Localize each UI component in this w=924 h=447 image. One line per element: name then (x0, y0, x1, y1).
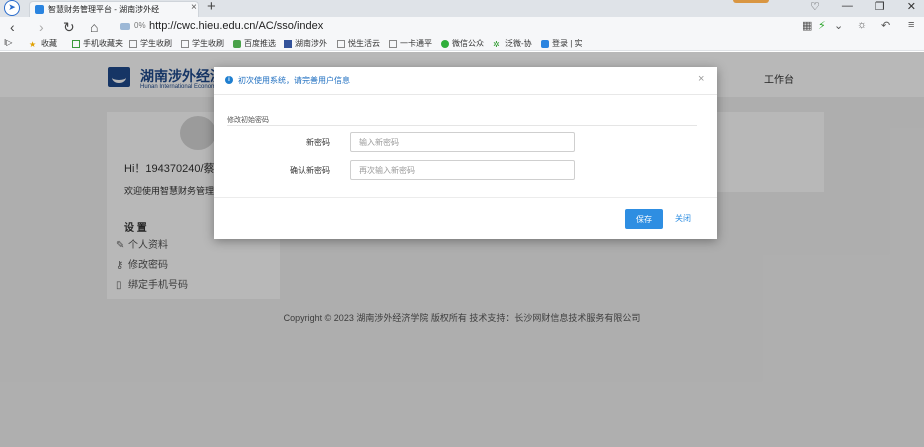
menu-icon[interactable]: ≡ (908, 19, 914, 31)
new-tab-button[interactable]: + (207, 0, 216, 15)
bookmark-label: 收藏 (41, 39, 57, 48)
dropdown-icon[interactable]: ⌄ (834, 19, 843, 32)
minimize-icon[interactable]: — (842, 0, 853, 16)
bookmark-item[interactable]: ✲ 泛微-协 (493, 38, 532, 49)
window-controls: ♡ — ❐ ✕ (810, 0, 916, 16)
gear-icon: ✲ (493, 39, 500, 49)
tab-close-icon[interactable]: × (191, 2, 197, 13)
page-body: 湖南涉外经济 Hunan International Economics 工作台… (0, 52, 924, 447)
settings-sun-icon[interactable]: ☼ (857, 19, 867, 31)
browser-logo-icon[interactable]: ➤ (4, 0, 20, 16)
bookmark-label: 手机收藏夹 (83, 39, 123, 48)
url-badge: 0% (134, 21, 146, 30)
bookmark-label: 微信公众 (452, 39, 484, 48)
browser-tab[interactable]: 智慧财务管理平台 - 湖南涉外经 × (29, 1, 199, 17)
bookmark-label: 登录 | 实 (552, 39, 583, 48)
new-password-input[interactable] (350, 132, 575, 152)
site-info-icon[interactable] (120, 23, 130, 30)
shield-icon (233, 39, 241, 48)
bookmark-label: 学生收刷 (192, 39, 224, 48)
address-bar-row: ‹ › ↻ ⌂ 0% http://cwc.hieu.edu.cn/AC/sso… (0, 17, 924, 37)
bookmark-label: 悦生活云 (348, 39, 380, 48)
back-icon[interactable]: ‹ (10, 19, 15, 35)
login-icon (541, 39, 549, 48)
star-icon: ★ (29, 39, 37, 49)
bookmarks-bar: I▷ ★ 收藏 手机收藏夹 学生收刷 学生收刷 百度推选 湖南涉外 悦生活云 一卡… (0, 37, 924, 51)
browser-tab-bar: ➤ 智慧财务管理平台 - 湖南涉外经 × + ♡ — ❐ ✕ (0, 0, 924, 17)
grid-icon[interactable]: ▦ (802, 19, 812, 32)
bookmark-item[interactable]: 学生收刷 (181, 38, 224, 49)
dialog-header: i 初次使用系统，请完善用户信息 × (214, 67, 717, 95)
restore-icon[interactable]: ❐ (875, 0, 885, 16)
bookmark-item[interactable]: 悦生活云 (337, 38, 380, 49)
new-password-label: 新密码 (306, 138, 330, 147)
home-icon[interactable]: ⌂ (90, 19, 98, 35)
bookmark-item[interactable]: 手机收藏夹 (72, 38, 123, 49)
bookmark-item[interactable]: 微信公众 (441, 38, 484, 49)
bookmark-item[interactable]: 湖南涉外 (284, 38, 327, 49)
complete-profile-dialog: i 初次使用系统，请完善用户信息 × 修改初始密码 新密码 确认新密码 保存 关… (214, 67, 717, 239)
folder-icon (337, 39, 345, 48)
site-favicon-icon (35, 5, 44, 14)
close-button[interactable]: 关闭 (675, 213, 691, 224)
reload-icon[interactable]: ↻ (63, 19, 75, 35)
folder-icon (389, 39, 397, 48)
bookmark-item[interactable]: 一卡通平 (389, 38, 432, 49)
shirt-icon[interactable]: ♡ (810, 0, 820, 16)
confirm-password-label: 确认新密码 (290, 166, 330, 175)
folder-icon (129, 39, 137, 48)
phone-icon (72, 39, 80, 48)
dialog-close-icon[interactable]: × (698, 73, 704, 85)
tab-bar-decoration (733, 0, 769, 3)
section-divider (227, 125, 697, 126)
info-icon: i (225, 76, 233, 84)
url-field[interactable]: 0% http://cwc.hieu.edu.cn/AC/sso/index (116, 19, 850, 35)
school-icon (284, 39, 292, 48)
undo-icon[interactable]: ↶ (881, 19, 890, 32)
url-text[interactable]: http://cwc.hieu.edu.cn/AC/sso/index (149, 20, 323, 32)
bookmark-item[interactable]: 学生收刷 (129, 38, 172, 49)
forward-icon[interactable]: › (39, 19, 44, 35)
bookmark-label: 湖南涉外 (295, 39, 327, 48)
bookmark-label: 一卡通平 (400, 39, 432, 48)
folder-icon (181, 39, 189, 48)
bookmark-label: 百度推选 (244, 39, 276, 48)
confirm-password-input[interactable] (350, 160, 575, 180)
bookmark-favorites[interactable]: ★ 收藏 (29, 38, 57, 49)
window-close-icon[interactable]: ✕ (907, 0, 916, 16)
dialog-title: 初次使用系统，请完善用户信息 (238, 76, 350, 85)
bookmark-item[interactable]: 登录 | 实 (541, 38, 583, 49)
footer-divider (214, 197, 717, 198)
wechat-icon (441, 39, 449, 48)
bookmark-label: 学生收刷 (140, 39, 172, 48)
bookmark-label: 泛微-协 (505, 39, 532, 48)
bookmark-item[interactable]: 百度推选 (233, 38, 276, 49)
tab-title: 智慧财务管理平台 - 湖南涉外经 (48, 5, 160, 14)
lightning-icon[interactable]: ⚡ (818, 19, 826, 32)
save-button[interactable]: 保存 (625, 209, 663, 229)
section-title: 修改初始密码 (227, 117, 269, 124)
sidebar-toggle-icon[interactable]: I▷ (4, 38, 12, 47)
